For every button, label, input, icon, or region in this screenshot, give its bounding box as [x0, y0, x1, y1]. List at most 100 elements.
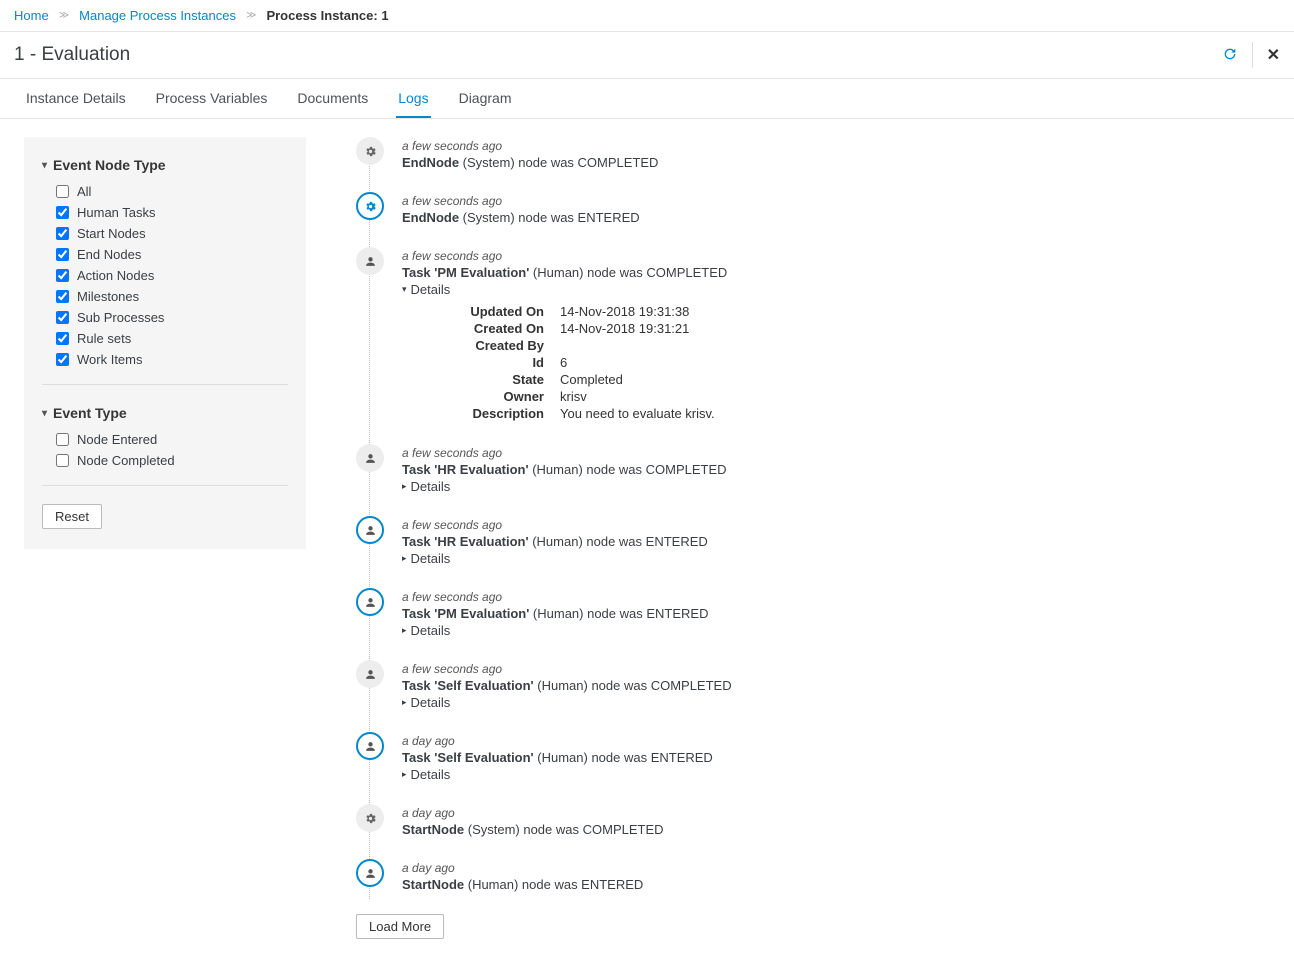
- reset-button[interactable]: Reset: [42, 504, 102, 529]
- filter-option-label: Milestones: [77, 289, 139, 304]
- filter-option-node-type[interactable]: Start Nodes: [42, 223, 288, 244]
- divider: [42, 384, 288, 385]
- log-body: a day ago Task 'Self Evaluation' (Human) …: [402, 732, 713, 782]
- details-field-label: Created On: [402, 321, 544, 336]
- details-toggle[interactable]: ▸Details: [402, 551, 708, 566]
- tab-diagram[interactable]: Diagram: [457, 79, 514, 118]
- refresh-icon[interactable]: [1222, 46, 1238, 65]
- header-actions: ✕: [1222, 42, 1280, 68]
- log-item: a few seconds agoTask 'PM Evaluation' (H…: [356, 588, 1270, 638]
- details-field-value: 14-Nov-2018 19:31:38: [560, 304, 689, 319]
- details-toggle[interactable]: ▾Details: [402, 282, 727, 297]
- chevron-right-icon: ▸: [402, 769, 407, 780]
- chevron-right-icon: ≫: [59, 10, 69, 21]
- details-toggle[interactable]: ▸ Details: [402, 767, 713, 782]
- log-item: a few seconds agoTask 'PM Evaluation' (H…: [356, 247, 1270, 422]
- log-body: a day agoStartNode (System) node was COM…: [402, 804, 664, 837]
- log-message: Task 'Self Evaluation' (Human) node was …: [402, 750, 713, 765]
- filter-group-node-type[interactable]: ▾ Event Node Type: [42, 151, 288, 181]
- filter-option-node-type[interactable]: End Nodes: [42, 244, 288, 265]
- checkbox[interactable]: [56, 290, 69, 303]
- log-item: a day ago Task 'Self Evaluation' (Human) …: [356, 732, 1270, 782]
- checkbox[interactable]: [56, 227, 69, 240]
- filter-option-label: Human Tasks: [77, 205, 156, 220]
- checkbox[interactable]: [56, 454, 69, 467]
- details-field-label: State: [402, 372, 544, 387]
- user-icon: [356, 516, 384, 544]
- load-more-button[interactable]: Load More: [356, 914, 444, 939]
- filter-option-node-type[interactable]: Sub Processes: [42, 307, 288, 328]
- breadcrumb-manage[interactable]: Manage Process Instances: [79, 8, 236, 23]
- log-item: a few seconds agoTask 'HR Evaluation' (H…: [356, 444, 1270, 494]
- tabs: Instance Details Process Variables Documen…: [0, 79, 1294, 119]
- details-field-label: Owner: [402, 389, 544, 404]
- filter-group-label: Event Node Type: [53, 157, 166, 173]
- filter-option-node-type[interactable]: Action Nodes: [42, 265, 288, 286]
- log-timestamp: a day ago: [402, 734, 713, 748]
- filter-option-node-type[interactable]: Rule sets: [42, 328, 288, 349]
- page-header: 1 - Evaluation ✕: [0, 32, 1294, 79]
- filter-option-label: Rule sets: [77, 331, 131, 346]
- filter-option-event-type[interactable]: Node Completed: [42, 450, 288, 471]
- filter-option-node-type[interactable]: Human Tasks: [42, 202, 288, 223]
- filter-option-label: Node Completed: [77, 453, 175, 468]
- log-timestamp: a few seconds ago: [402, 194, 640, 208]
- tab-documents[interactable]: Documents: [295, 79, 370, 118]
- user-icon: [356, 588, 384, 616]
- checkbox[interactable]: [56, 332, 69, 345]
- checkbox[interactable]: [56, 206, 69, 219]
- filter-option-label: All: [77, 184, 91, 199]
- filters-panel: ▾ Event Node Type All Human Tasks Start No…: [24, 137, 306, 549]
- checkbox[interactable]: [56, 269, 69, 282]
- log-body: a few seconds agoTask 'Self Evaluation' …: [402, 660, 732, 710]
- details-row: Updated On14-Nov-2018 19:31:38: [402, 303, 727, 320]
- divider: [42, 485, 288, 486]
- log-message: EndNode (System) node was ENTERED: [402, 210, 640, 225]
- user-icon: [356, 859, 384, 887]
- checkbox[interactable]: [56, 185, 69, 198]
- checkbox[interactable]: [56, 248, 69, 261]
- log-timestamp: a few seconds ago: [402, 590, 708, 604]
- filter-option-label: Action Nodes: [77, 268, 154, 283]
- log-message: Task 'HR Evaluation' (Human) node was EN…: [402, 534, 708, 549]
- details-label: Details: [411, 479, 451, 494]
- details-toggle[interactable]: ▸Details: [402, 479, 727, 494]
- filter-option-node-type[interactable]: All: [42, 181, 288, 202]
- log-message: Task 'Self Evaluation' (Human) node was …: [402, 678, 732, 693]
- tab-instance-details[interactable]: Instance Details: [24, 79, 128, 118]
- filter-option-label: Sub Processes: [77, 310, 164, 325]
- user-icon: [356, 247, 384, 275]
- checkbox[interactable]: [56, 353, 69, 366]
- log-body: a few seconds agoEndNode (System) node w…: [402, 137, 658, 170]
- details-toggle[interactable]: ▸Details: [402, 623, 708, 638]
- filter-option-event-type[interactable]: Node Entered: [42, 429, 288, 450]
- log-message: EndNode (System) node was COMPLETED: [402, 155, 658, 170]
- details-row: Ownerkrisv: [402, 388, 727, 405]
- filter-option-node-type[interactable]: Work Items: [42, 349, 288, 370]
- filter-option-label: Node Entered: [77, 432, 157, 447]
- filter-option-node-type[interactable]: Milestones: [42, 286, 288, 307]
- details-toggle[interactable]: ▸Details: [402, 695, 732, 710]
- checkbox[interactable]: [56, 311, 69, 324]
- details-field-label: Id: [402, 355, 544, 370]
- breadcrumb-home[interactable]: Home: [14, 8, 49, 23]
- details-field-label: Created By: [402, 338, 544, 353]
- filter-option-label: End Nodes: [77, 247, 141, 262]
- log-body: a few seconds agoTask 'PM Evaluation' (H…: [402, 588, 708, 638]
- details-label: Details: [411, 767, 451, 782]
- tab-logs[interactable]: Logs: [396, 79, 430, 118]
- user-icon: [356, 732, 384, 760]
- filter-group-event-type[interactable]: ▾ Event Type: [42, 399, 288, 429]
- chevron-right-icon: ▸: [402, 625, 407, 636]
- tab-process-variables[interactable]: Process Variables: [154, 79, 270, 118]
- gear-icon: [356, 804, 384, 832]
- checkbox[interactable]: [56, 433, 69, 446]
- filter-option-label: Work Items: [77, 352, 143, 367]
- close-icon[interactable]: ✕: [1267, 45, 1280, 65]
- details-panel: Updated On14-Nov-2018 19:31:38Created On…: [402, 303, 727, 422]
- log-item: a few seconds agoTask 'HR Evaluation' (H…: [356, 516, 1270, 566]
- details-row: StateCompleted: [402, 371, 727, 388]
- gear-icon: [356, 137, 384, 165]
- details-field-label: Description: [402, 406, 544, 421]
- log-timestamp: a few seconds ago: [402, 249, 727, 263]
